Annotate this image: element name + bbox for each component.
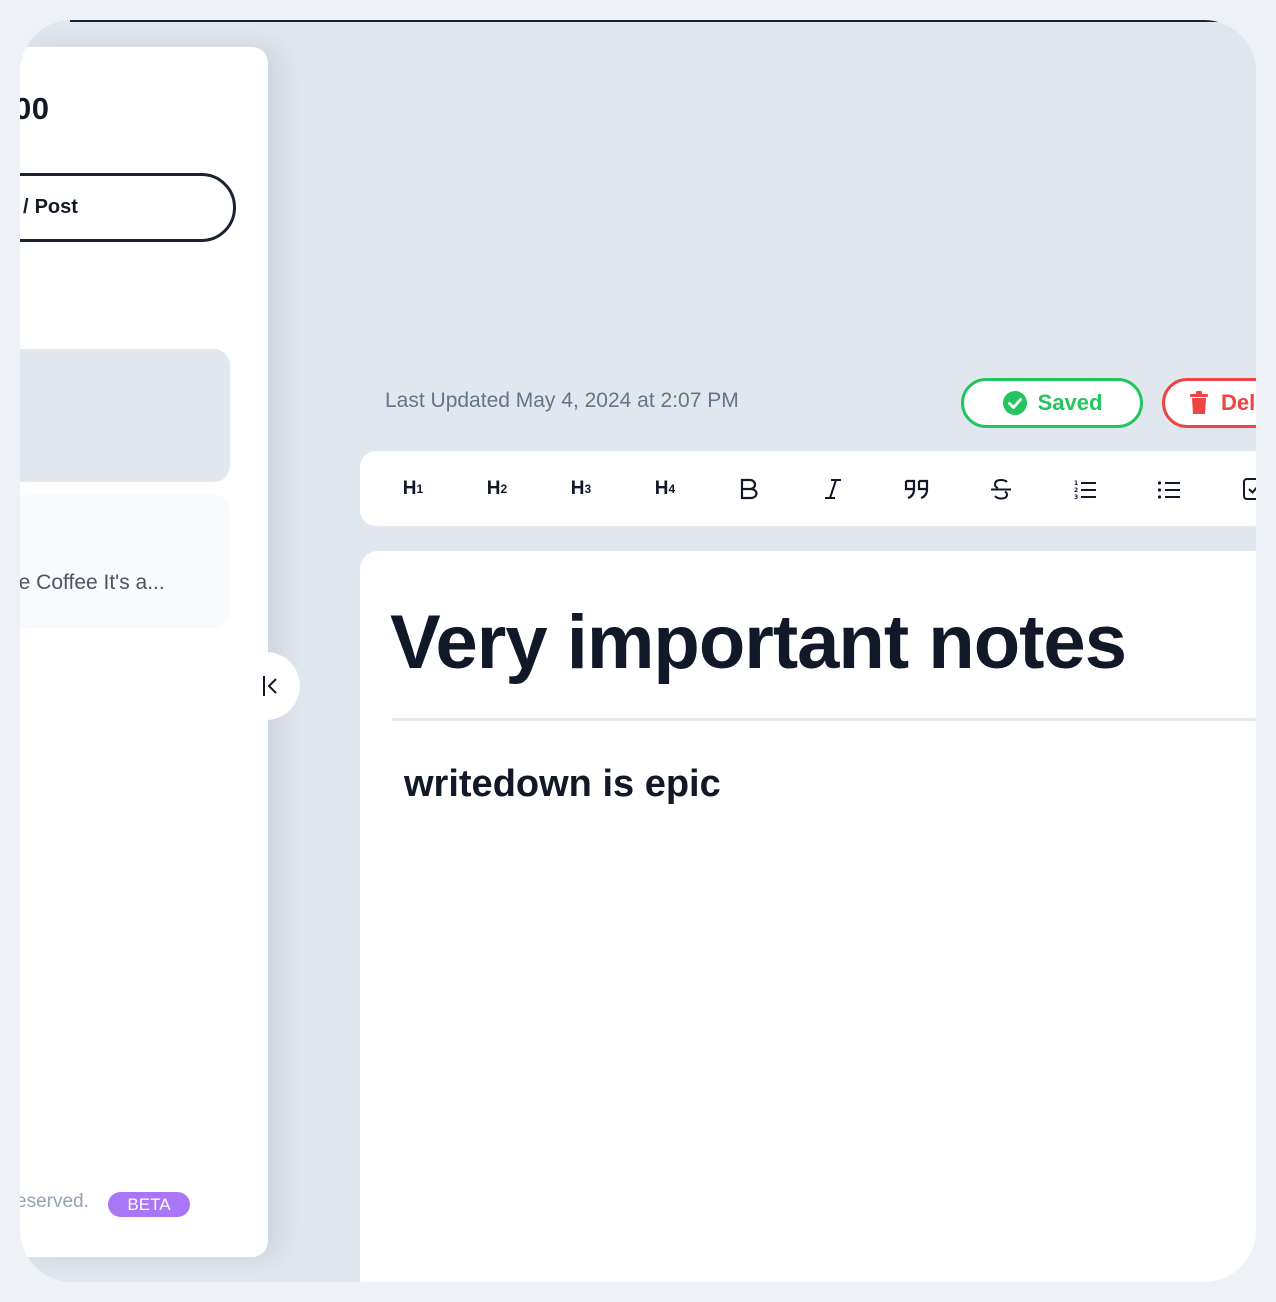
- app-screen: 00 / Post ore Coffee It's a... eserved. …: [20, 20, 1256, 1282]
- checkbox-icon: [1243, 477, 1256, 500]
- quote-icon: [904, 479, 929, 499]
- collapse-left-icon: [263, 676, 277, 696]
- svg-text:3: 3: [1074, 494, 1078, 500]
- last-updated-text: Last Updated May 4, 2024 at 2:07 PM: [385, 389, 739, 412]
- strikethrough-button[interactable]: [976, 451, 1026, 526]
- new-post-prefix: /: [23, 196, 29, 218]
- heading-1-label: H: [402, 477, 417, 499]
- post-body[interactable]: writedown is epic: [404, 763, 721, 806]
- svg-text:2: 2: [1074, 487, 1078, 494]
- check-circle-icon: [1002, 391, 1027, 415]
- strikethrough-icon: [991, 478, 1011, 500]
- formatting-toolbar: H1 H2 H3 H4 1 2 3: [360, 451, 1256, 526]
- bold-button[interactable]: [724, 451, 774, 526]
- brand-title: 00: [20, 91, 50, 126]
- saved-button[interactable]: Saved: [961, 378, 1143, 428]
- new-post-label: Post: [34, 196, 78, 218]
- italic-button[interactable]: [808, 451, 858, 526]
- delete-button[interactable]: Del: [1162, 378, 1256, 428]
- collapse-sidebar-button[interactable]: [242, 652, 300, 720]
- saved-label: Saved: [1037, 390, 1103, 415]
- sidebar: 00 / Post ore Coffee It's a... eserved. …: [20, 47, 268, 1257]
- device-frame: 00 / Post ore Coffee It's a... eserved. …: [0, 0, 1276, 1302]
- svg-text:1: 1: [1074, 480, 1078, 487]
- post-excerpt: ore Coffee It's a...: [20, 571, 165, 594]
- delete-label: Del: [1221, 390, 1256, 415]
- ordered-list-icon: 1 2 3: [1074, 480, 1096, 500]
- editor-panel: Very important notes writedown is epic: [360, 551, 1256, 1282]
- title-divider: [392, 718, 1256, 721]
- post-card[interactable]: ore Coffee It's a...: [20, 495, 230, 628]
- heading-1-level: 1: [416, 481, 424, 496]
- beta-badge: BETA: [108, 1192, 190, 1217]
- heading-2-button[interactable]: H2: [472, 451, 522, 526]
- new-post-button[interactable]: / Post: [20, 173, 236, 242]
- heading-4-button[interactable]: H4: [640, 451, 690, 526]
- heading-4-label: H: [654, 477, 669, 499]
- post-card-active[interactable]: [20, 349, 230, 482]
- post-title[interactable]: Very important notes: [390, 599, 1127, 686]
- heading-3-label: H: [570, 477, 585, 499]
- task-list-button[interactable]: [1226, 451, 1256, 526]
- heading-1-button[interactable]: H1: [388, 451, 438, 526]
- italic-icon: [825, 478, 841, 499]
- footer-copyright: eserved.: [20, 1191, 89, 1212]
- heading-3-button[interactable]: H3: [556, 451, 606, 526]
- bullet-list-button[interactable]: [1144, 451, 1194, 526]
- ordered-list-button[interactable]: 1 2 3: [1060, 451, 1110, 526]
- heading-4-level: 4: [668, 481, 676, 496]
- bold-icon: [740, 478, 758, 499]
- top-divider: [70, 20, 1230, 22]
- trash-icon: [1190, 391, 1208, 414]
- quote-button[interactable]: [892, 451, 942, 526]
- heading-2-level: 2: [500, 481, 508, 496]
- heading-3-level: 3: [584, 481, 592, 496]
- bullet-list-icon: [1157, 480, 1180, 499]
- heading-2-label: H: [486, 477, 501, 499]
